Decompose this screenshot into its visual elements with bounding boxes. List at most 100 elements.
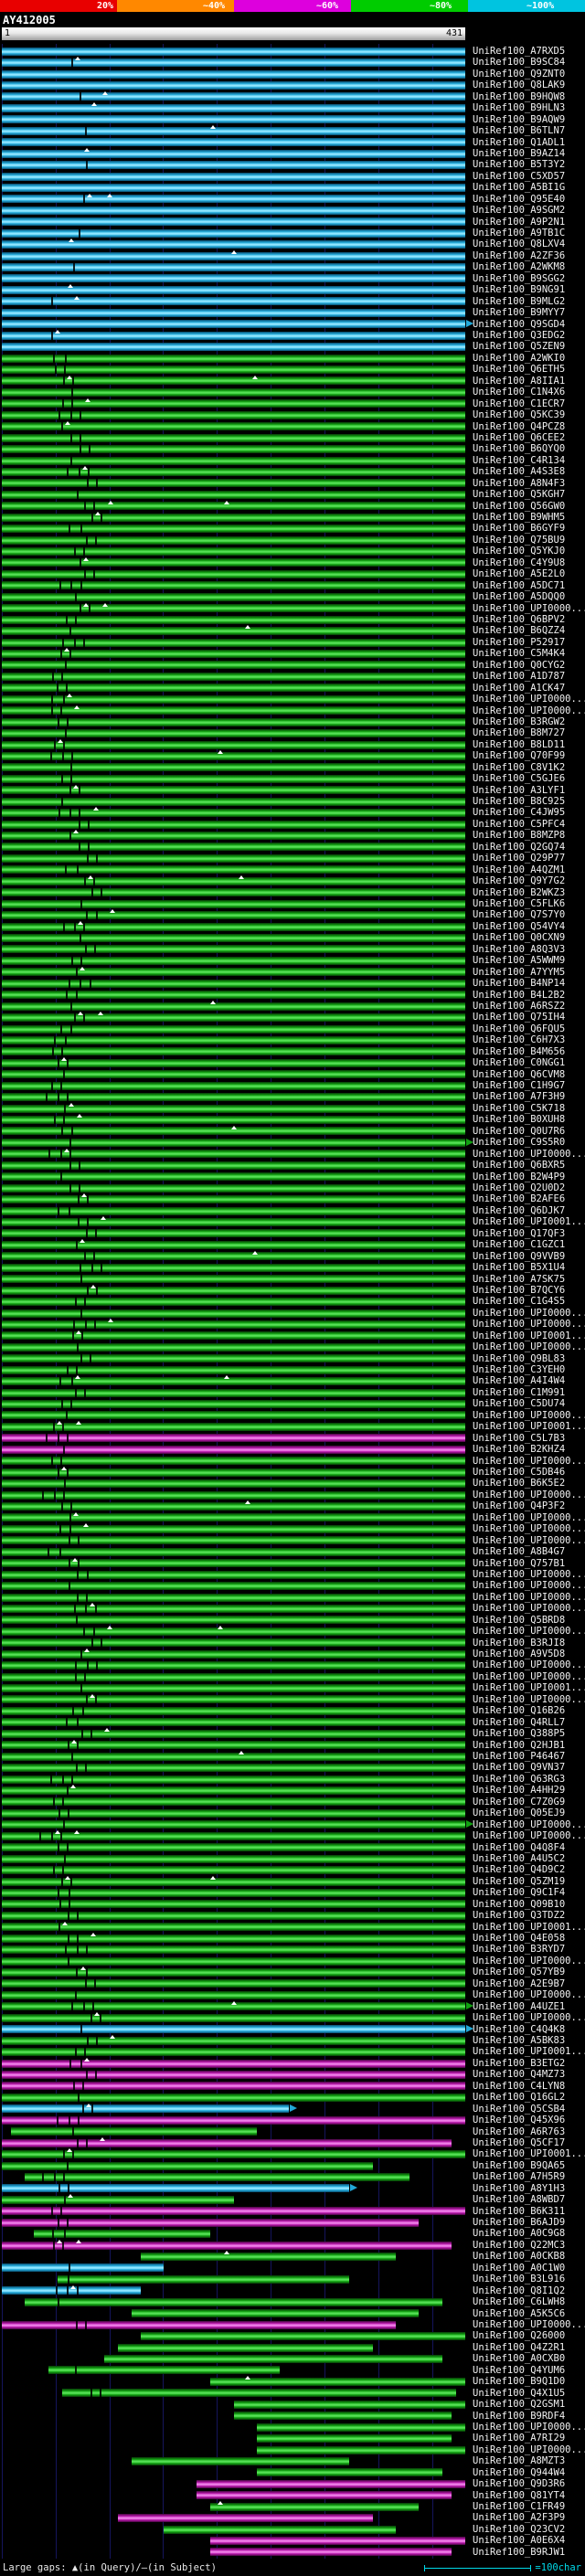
hit-row[interactable]: UniRef100_Q6BPV2 — [0, 614, 585, 625]
hit-bar[interactable] — [2, 2320, 396, 2329]
hit-bar[interactable] — [196, 2491, 452, 2500]
hit-bar[interactable] — [131, 2456, 350, 2465]
hit-label[interactable]: UniRef100_C4LYN8 — [473, 2081, 565, 2092]
hit-bar[interactable] — [2, 502, 465, 511]
hit-bar[interactable] — [2, 2036, 465, 2045]
hit-bar[interactable] — [210, 2502, 420, 2511]
hit-label[interactable]: UniRef100_B9AZ14 — [473, 148, 565, 159]
hit-row[interactable]: UniRef100_Q9ZNT0 — [0, 69, 585, 80]
hit-bar[interactable] — [2, 922, 465, 931]
hit-label[interactable]: UniRef100_B6K5E2 — [473, 1478, 565, 1489]
hit-row[interactable]: UniRef100_UPI0000... — [0, 602, 585, 614]
hit-bar[interactable] — [2, 1582, 465, 1591]
hit-bar[interactable] — [2, 615, 465, 624]
hit-label[interactable]: UniRef100_B8C925 — [473, 796, 565, 807]
hit-bar[interactable] — [233, 2400, 465, 2409]
hit-bar[interactable] — [2, 717, 465, 726]
hit-bar[interactable] — [2, 1695, 465, 1704]
hit-label[interactable]: UniRef100_UPI0001... — [473, 1330, 585, 1341]
hit-row[interactable]: UniRef100_Q75BU9 — [0, 535, 585, 546]
hit-label[interactable]: UniRef100_Q1ADL1 — [473, 137, 565, 148]
hit-bar[interactable] — [2, 1945, 465, 1955]
hit-label[interactable]: UniRef100_UPI0001... — [473, 2148, 585, 2159]
hit-label[interactable]: UniRef100_A7H5R9 — [473, 2171, 565, 2182]
hit-label[interactable]: UniRef100_Q5KC39 — [473, 409, 565, 420]
hit-label[interactable]: UniRef100_B9RJW1 — [473, 2547, 565, 2558]
hit-row[interactable]: UniRef100_A4HH29 — [0, 1785, 585, 1796]
hit-row[interactable]: UniRef100_UPI0000... — [0, 2319, 585, 2330]
hit-row[interactable]: UniRef100_Q70F99 — [0, 750, 585, 761]
hit-row[interactable]: UniRef100_Q4X1U5 — [0, 2388, 585, 2399]
hit-row[interactable]: UniRef100_Q6DJK7 — [0, 1205, 585, 1216]
hit-row[interactable]: UniRef100_A8IIA1 — [0, 375, 585, 387]
hit-row[interactable]: UniRef100_A7F3H9 — [0, 1091, 585, 1102]
hit-row[interactable]: UniRef100_Q16GL2 — [0, 2092, 585, 2103]
hit-label[interactable]: UniRef100_Q6CVM8 — [473, 1069, 565, 1080]
hit-label[interactable]: UniRef100_B3RJI8 — [473, 1638, 565, 1648]
hit-row[interactable]: UniRef100_A9TB1C — [0, 228, 585, 239]
hit-row[interactable]: UniRef100_A2WKI0 — [0, 353, 585, 364]
hit-row[interactable]: UniRef100_Q0U7R6 — [0, 1125, 585, 1137]
hit-row[interactable]: UniRef100_Q9BL83 — [0, 1353, 585, 1364]
hit-row[interactable]: UniRef100_A3LYF1 — [0, 784, 585, 796]
hit-row[interactable]: UniRef100_Q56GW0 — [0, 500, 585, 512]
hit-bar[interactable] — [2, 2218, 420, 2227]
hit-label[interactable]: UniRef100_UPI0000... — [473, 2012, 585, 2023]
hit-row[interactable]: UniRef100_UPI0000... — [0, 1671, 585, 1682]
hit-label[interactable]: UniRef100_B9AQW9 — [473, 114, 565, 125]
hit-row[interactable]: UniRef100_B9WHM5 — [0, 512, 585, 523]
hit-label[interactable]: UniRef100_UPI0001... — [473, 1682, 585, 1693]
hit-row[interactable]: UniRef100_Q5KGH7 — [0, 489, 585, 500]
hit-label[interactable]: UniRef100_UPI0000... — [473, 1592, 585, 1603]
hit-label[interactable]: UniRef100_B2W4P9 — [473, 1171, 565, 1182]
hit-row[interactable]: UniRef100_B9AQW9 — [0, 114, 585, 125]
hit-label[interactable]: UniRef100_A5K5C6 — [473, 2308, 565, 2319]
hit-bar[interactable] — [2, 69, 465, 79]
hit-bar[interactable] — [2, 308, 465, 317]
hit-row[interactable]: UniRef100_Q4Q8F4 — [0, 1842, 585, 1853]
hit-bar[interactable] — [25, 2297, 442, 2306]
hit-row[interactable]: UniRef100_Q9VVB9 — [0, 1250, 585, 1262]
hit-label[interactable]: UniRef100_Q29P77 — [473, 853, 565, 864]
hit-bar[interactable] — [2, 1286, 465, 1295]
hit-bar[interactable] — [2, 1604, 465, 1613]
hit-bar[interactable] — [2, 535, 465, 545]
hit-label[interactable]: UniRef100_UPI0000... — [473, 694, 585, 705]
hit-bar[interactable] — [2, 740, 465, 749]
hit-label[interactable]: UniRef100_B3RYD7 — [473, 1944, 565, 1955]
hit-bar[interactable] — [2, 2093, 465, 2102]
hit-row[interactable]: UniRef100_Q4E058 — [0, 1933, 585, 1944]
hit-bar[interactable] — [57, 2274, 350, 2284]
hit-row[interactable]: UniRef100_B4NP14 — [0, 978, 585, 989]
hit-label[interactable]: UniRef100_Q6ETH5 — [473, 364, 565, 375]
hit-label[interactable]: UniRef100_Q17QF3 — [473, 1228, 565, 1239]
hit-label[interactable]: UniRef100_Q9VN37 — [473, 1762, 565, 1773]
hit-label[interactable]: UniRef100_A8WBD7 — [473, 2194, 565, 2205]
hit-label[interactable]: UniRef100_Q9D3R6 — [473, 2478, 565, 2489]
hit-bar[interactable] — [2, 1968, 465, 1977]
hit-label[interactable]: UniRef100_UPI0000... — [473, 1512, 585, 1523]
hit-row[interactable]: UniRef100_B2W4P9 — [0, 1171, 585, 1182]
hit-label[interactable]: UniRef100_A4U5C2 — [473, 1853, 565, 1864]
hit-row[interactable]: UniRef100_A5DC71 — [0, 580, 585, 591]
hit-label[interactable]: UniRef100_C6H7X3 — [473, 1034, 565, 1045]
hit-label[interactable]: UniRef100_C1FR49 — [473, 2501, 565, 2512]
hit-row[interactable]: UniRef100_B6QYQ0 — [0, 443, 585, 454]
hit-label[interactable]: UniRef100_Q5ZEN9 — [473, 341, 565, 352]
hit-row[interactable]: UniRef100_Q6CEE2 — [0, 432, 585, 443]
hit-bar[interactable] — [2, 1093, 465, 1102]
hit-row[interactable]: UniRef100_C1GZC1 — [0, 1239, 585, 1250]
hit-bar[interactable] — [2, 1445, 465, 1454]
hit-row[interactable]: UniRef100_Q9Y7G2 — [0, 875, 585, 886]
hit-row[interactable]: UniRef100_C1G4S5 — [0, 1296, 585, 1307]
hit-row[interactable]: UniRef100_A5DQQ0 — [0, 591, 585, 602]
hit-label[interactable]: UniRef100_UPI0000... — [473, 1308, 585, 1319]
hit-label[interactable]: UniRef100_B9WHM5 — [473, 512, 565, 523]
hit-label[interactable]: UniRef100_UPI0000... — [473, 1626, 585, 1637]
hit-label[interactable]: UniRef100_C4Y9U8 — [473, 557, 565, 568]
hit-bar[interactable] — [2, 1616, 465, 1625]
hit-label[interactable]: UniRef100_Q75IH4 — [473, 1012, 565, 1023]
hit-row[interactable]: UniRef100_Q22MC3 — [0, 2239, 585, 2251]
hit-row[interactable]: UniRef100_B4M656 — [0, 1046, 585, 1057]
hit-bar[interactable] — [2, 1547, 465, 1556]
